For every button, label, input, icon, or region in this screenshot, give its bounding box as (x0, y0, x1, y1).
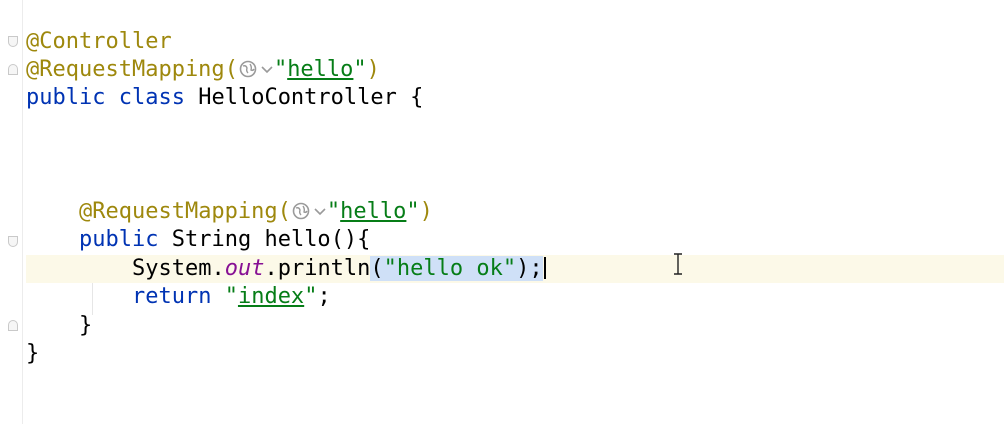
code-line[interactable]: return "index"; (26, 283, 1004, 311)
code-area[interactable]: @Controller @RequestMapping("hello") pub… (26, 0, 1004, 424)
code-line[interactable]: } (26, 340, 1004, 368)
method-mapping-path[interactable]: hello (340, 199, 406, 224)
current-code-line[interactable]: System.out.println("hello ok"); (26, 255, 1004, 283)
public-keyword: public (26, 85, 106, 110)
fold-marker-icon[interactable] (8, 36, 18, 47)
class-close-brace: } (26, 341, 40, 366)
text-selection[interactable]: ("hello ok"); (370, 256, 543, 281)
println-argument: "hello ok" (383, 256, 517, 281)
fold-marker-icon[interactable] (8, 236, 18, 247)
code-line[interactable]: @RequestMapping("hello") (26, 198, 1004, 226)
println-method: println (277, 256, 371, 281)
code-line[interactable]: @RequestMapping("hello") (26, 56, 1004, 84)
return-type: String (171, 227, 252, 252)
method-close-brace: } (78, 313, 93, 338)
editor-gutter (0, 0, 23, 424)
class-open-brace: { (410, 85, 424, 110)
system-class: System (131, 256, 212, 281)
return-value[interactable]: index (238, 284, 304, 309)
code-line[interactable]: public class HelloController { (26, 84, 1004, 112)
chevron-down-icon[interactable] (313, 201, 327, 221)
code-editor[interactable]: @Controller @RequestMapping("hello") pub… (0, 0, 1004, 424)
method-mapping-annotation: @RequestMapping (78, 199, 278, 224)
mouse-ibeam-cursor-icon (674, 253, 682, 275)
globe-icon[interactable] (238, 59, 258, 79)
semicolon: ; (317, 284, 331, 309)
code-line[interactable]: public String hello(){ (26, 226, 1004, 254)
out-field: out (224, 256, 265, 281)
code-line[interactable]: } (26, 312, 1004, 340)
class-keyword: class (118, 85, 185, 110)
text-caret (543, 257, 546, 279)
class-mapping-annotation: @RequestMapping (26, 57, 225, 82)
method-signature-tail: (){ (330, 227, 371, 252)
fold-marker-icon[interactable] (8, 64, 18, 75)
globe-icon[interactable] (291, 201, 311, 221)
method-name: hello (264, 227, 331, 252)
chevron-down-icon[interactable] (260, 59, 274, 79)
public-keyword: public (78, 227, 159, 252)
return-keyword: return (131, 284, 212, 309)
class-name: HelloController (198, 85, 397, 110)
fold-marker-icon[interactable] (8, 320, 18, 331)
code-line[interactable]: @Controller (26, 28, 1004, 56)
class-mapping-path[interactable]: hello (287, 57, 353, 82)
class-annotation: @Controller (26, 29, 172, 54)
